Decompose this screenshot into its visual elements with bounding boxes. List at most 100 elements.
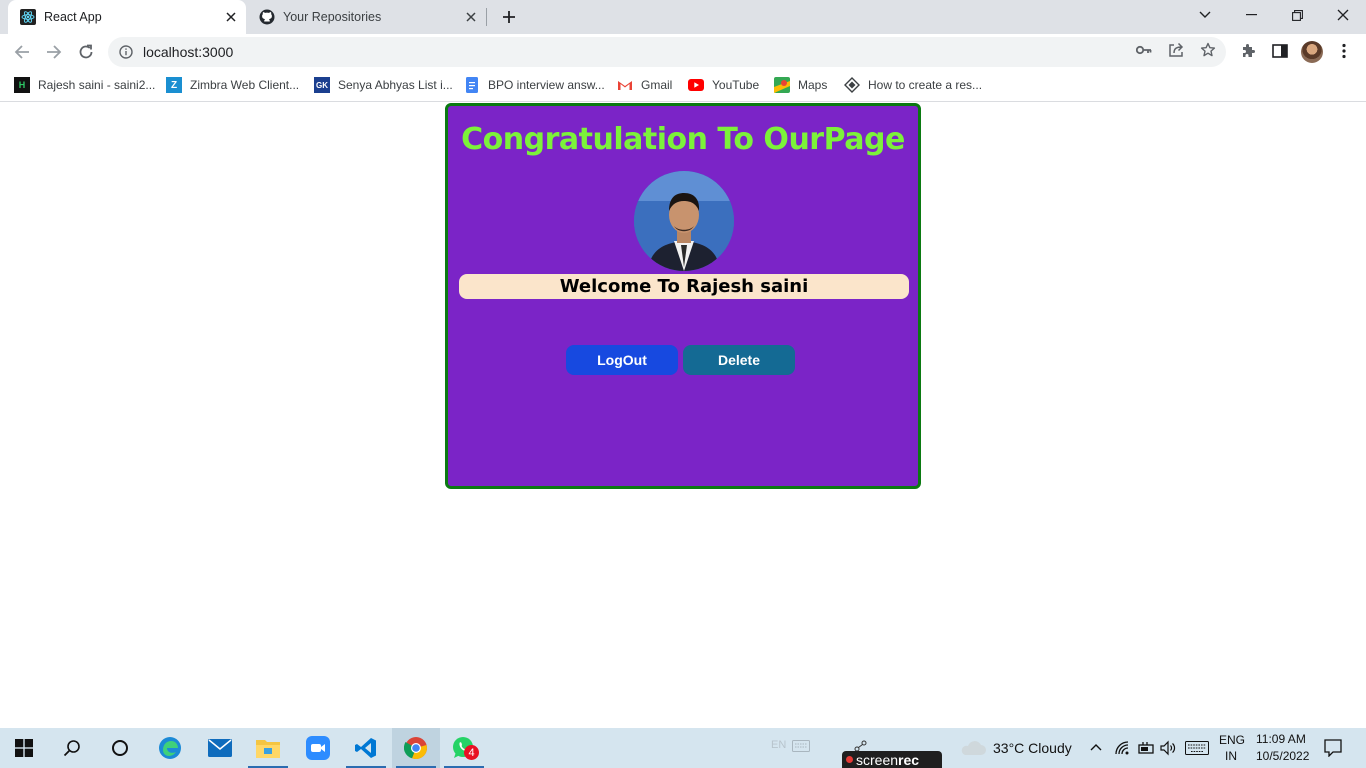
- close-tab-icon[interactable]: [220, 6, 242, 28]
- bookmarks-bar: H Rajesh saini - saini2... Z Zimbra Web …: [0, 70, 1366, 102]
- bookmark-item[interactable]: How to create a res...: [844, 76, 982, 94]
- search-button[interactable]: [48, 728, 96, 768]
- forward-arrow-icon: [47, 45, 62, 59]
- restore-button[interactable]: [1274, 0, 1320, 30]
- bookmark-item[interactable]: Maps: [774, 76, 827, 94]
- reload-icon: [79, 44, 93, 59]
- reload-button[interactable]: [72, 38, 100, 66]
- hackerrank-icon: H: [14, 77, 30, 93]
- person-photo-icon: [634, 171, 734, 271]
- tab-separator: [486, 8, 487, 26]
- language-code[interactable]: ENG: [1219, 733, 1245, 747]
- tab-title: Your Repositories: [283, 10, 382, 24]
- close-icon: [1337, 9, 1349, 21]
- cloud-icon: [961, 741, 986, 755]
- minimize-button[interactable]: [1228, 0, 1274, 30]
- bookmark-item[interactable]: Gmail: [617, 76, 672, 94]
- touch-keyboard-icon[interactable]: [1185, 741, 1209, 755]
- bookmark-item[interactable]: H Rajesh saini - saini2...: [14, 76, 155, 94]
- screenrec-watermark: screen rec: [842, 751, 942, 768]
- tab-title: React App: [44, 10, 102, 24]
- side-panel-icon[interactable]: [1270, 41, 1290, 61]
- zoom-icon: [306, 736, 330, 760]
- site-info-icon[interactable]: [118, 44, 134, 60]
- diamond-icon: [844, 77, 860, 93]
- bookmark-label: How to create a res...: [868, 78, 983, 92]
- notification-badge: 4: [464, 745, 479, 760]
- password-key-icon[interactable]: [1135, 41, 1153, 59]
- close-window-button[interactable]: [1320, 0, 1366, 30]
- windows-taskbar: 4 EN 33°C Cloudy ENG IN 11:09 AM 10/5/20…: [0, 728, 1366, 768]
- vscode-icon: [355, 738, 376, 758]
- chrome-menu-icon[interactable]: [1334, 41, 1354, 61]
- tab-search-button[interactable]: [1182, 0, 1228, 30]
- gk-icon: GK: [314, 77, 330, 93]
- taskbar-chrome[interactable]: [392, 728, 440, 768]
- chrome-icon: [404, 737, 427, 760]
- zimbra-icon: Z: [166, 77, 182, 93]
- welcome-message: Welcome To Rajesh saini: [459, 274, 909, 299]
- bookmark-label: BPO interview answ...: [488, 78, 605, 92]
- address-bar[interactable]: localhost:3000: [108, 37, 1226, 67]
- chevron-down-icon: [1199, 11, 1211, 18]
- tab-strip: React App Your Repositories: [0, 0, 1366, 34]
- bookmark-label: YouTube: [712, 78, 760, 92]
- tab-react-app[interactable]: React App: [8, 0, 246, 34]
- language-region[interactable]: IN: [1225, 749, 1237, 763]
- bookmark-star-icon[interactable]: [1199, 41, 1217, 59]
- clock-time[interactable]: 11:09 AM: [1256, 732, 1306, 746]
- cortana-circle-icon: [112, 740, 128, 756]
- taskbar-mail[interactable]: [196, 728, 244, 768]
- taskbar-vscode[interactable]: [342, 728, 390, 768]
- forward-button[interactable]: [40, 38, 68, 66]
- bookmark-label: Zimbra Web Client...: [190, 78, 300, 92]
- battery-plug-icon[interactable]: [1137, 741, 1155, 755]
- action-center-icon[interactable]: [1324, 739, 1342, 757]
- keyboard-hint-icon: [792, 740, 810, 752]
- bookmark-item[interactable]: BPO interview answ...: [464, 76, 605, 94]
- profile-avatar[interactable]: [1301, 41, 1323, 63]
- taskbar-zoom[interactable]: [294, 728, 342, 768]
- edge-icon: [159, 737, 181, 759]
- bookmark-item[interactable]: Z Zimbra Web Client...: [166, 76, 299, 94]
- start-button[interactable]: [0, 728, 48, 768]
- clock-date[interactable]: 10/5/2022: [1256, 749, 1309, 763]
- youtube-icon: [688, 77, 704, 93]
- share-icon[interactable]: [1167, 41, 1185, 59]
- browser-toolbar: localhost:3000: [0, 34, 1366, 70]
- react-icon: [20, 9, 36, 25]
- taskbar-whatsapp[interactable]: 4: [440, 728, 488, 768]
- chevron-up-icon[interactable]: [1090, 743, 1102, 751]
- plus-icon: [503, 11, 515, 23]
- maps-icon: [774, 77, 790, 93]
- record-dot-icon: [846, 756, 853, 763]
- bookmark-item[interactable]: YouTube: [688, 76, 759, 94]
- bookmark-label: Gmail: [641, 78, 673, 92]
- restore-icon: [1291, 9, 1303, 21]
- volume-icon[interactable]: [1160, 740, 1178, 756]
- logout-button[interactable]: LogOut: [566, 345, 678, 375]
- new-tab-button[interactable]: [497, 5, 521, 29]
- back-button[interactable]: [8, 38, 36, 66]
- bookmark-label: Maps: [798, 78, 828, 92]
- url-text: localhost:3000: [143, 44, 234, 60]
- bookmark-item[interactable]: GK Senya Abhyas List i...: [314, 76, 453, 94]
- minimize-icon: [1245, 14, 1257, 16]
- cortana-button[interactable]: [96, 728, 144, 768]
- github-icon: [259, 9, 275, 25]
- page-title: Congratulation To OurPage: [461, 122, 905, 157]
- mail-icon: [208, 739, 232, 757]
- screenrec-text-bold: rec: [898, 751, 920, 768]
- weather-text[interactable]: 33°C Cloudy: [993, 740, 1072, 756]
- tab-your-repositories[interactable]: Your Repositories: [250, 0, 486, 34]
- taskbar-edge[interactable]: [146, 728, 194, 768]
- delete-button[interactable]: Delete: [683, 345, 795, 375]
- wifi-icon[interactable]: [1114, 740, 1130, 756]
- input-hint: EN: [771, 739, 787, 751]
- bookmark-label: Rajesh saini - saini2...: [38, 78, 156, 92]
- docs-icon: [464, 77, 480, 93]
- extensions-puzzle-icon[interactable]: [1238, 41, 1258, 61]
- profile-photo: [634, 171, 734, 271]
- close-tab-icon[interactable]: [460, 6, 482, 28]
- taskbar-file-explorer[interactable]: [244, 728, 292, 768]
